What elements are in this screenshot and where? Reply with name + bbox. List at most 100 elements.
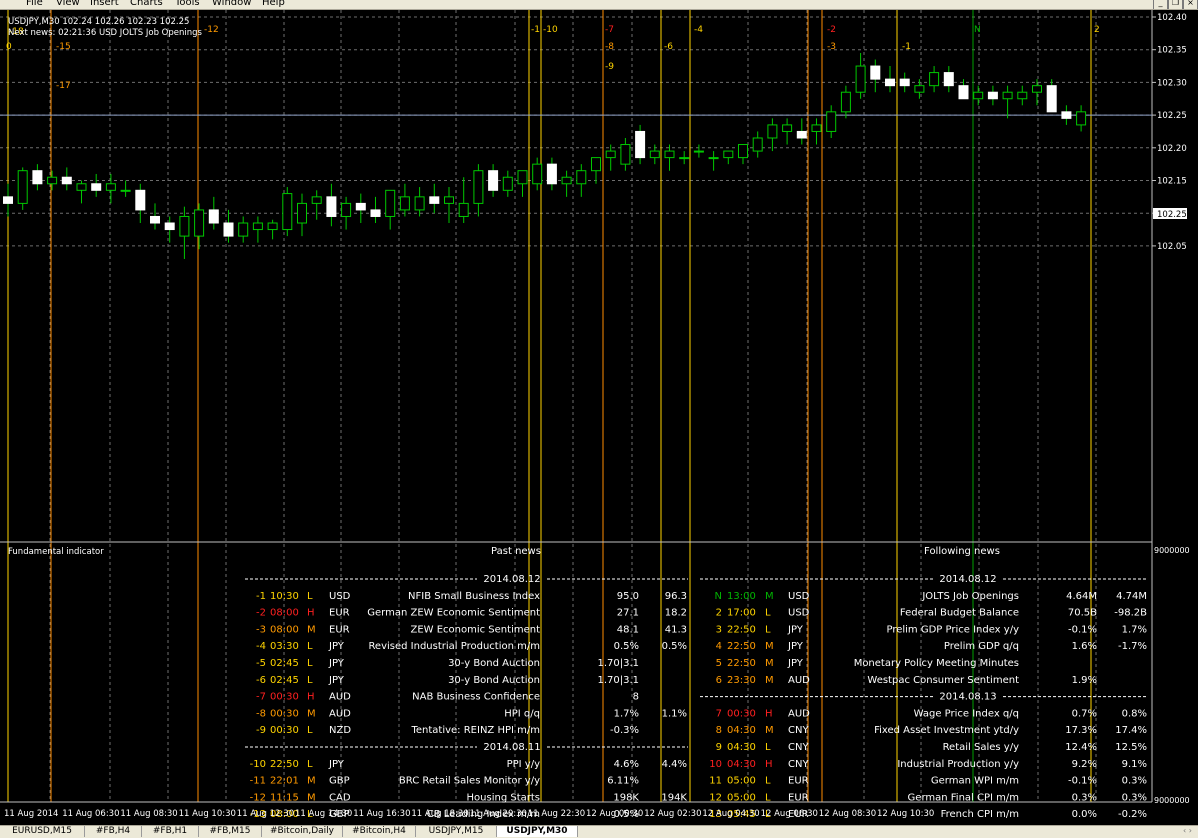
candle-body xyxy=(929,72,940,87)
news-currency: CNY xyxy=(788,759,809,770)
candle-body xyxy=(532,163,543,185)
news-time: 13:00 xyxy=(727,591,756,602)
candle-body xyxy=(708,157,719,160)
news-time: 02:45 xyxy=(270,658,299,669)
menu-view[interactable]: View xyxy=(56,0,80,8)
menu-tools[interactable]: Tools xyxy=(175,0,200,8)
news-date-header: 2014.08.13 xyxy=(939,692,996,703)
news-previous: 0.3% xyxy=(1122,792,1147,803)
news-currency: CAD xyxy=(329,792,351,803)
close-icon[interactable]: × xyxy=(1183,0,1198,9)
time-tick-label: 12 Aug 10:30 xyxy=(877,809,934,819)
news-previous: 12.5% xyxy=(1115,742,1147,753)
minimize-icon[interactable]: _ xyxy=(1153,0,1168,9)
news-importance: M xyxy=(765,641,774,652)
candle-body xyxy=(885,78,895,87)
chart-window[interactable]: -18 0 -15 -17 -12 -1 -10 -7 -8 -9 -6 -4 -2 -3 -1 N 2 USD… xyxy=(0,10,1198,825)
news-marker-label: -10 xyxy=(543,25,558,35)
time-tick-label: 11 Aug 16:30 xyxy=(353,809,410,819)
news-time: 22:50 xyxy=(727,641,756,652)
news-currency: AUD xyxy=(329,708,351,719)
menu-window[interactable]: Window xyxy=(212,0,251,8)
tab-fb-h4[interactable]: #FB,H4 xyxy=(85,826,142,837)
tab-fb-h1[interactable]: #FB,H1 xyxy=(142,826,199,837)
news-actual: 0.7% xyxy=(1072,708,1097,719)
news-currency: JPY xyxy=(328,675,345,686)
news-marker-label: -9 xyxy=(605,62,614,72)
news-time: 08:00 xyxy=(270,608,299,619)
candle-body xyxy=(1002,91,1013,100)
candle-body xyxy=(635,130,646,159)
news-marker-label: -1 xyxy=(902,42,911,52)
news-previous: 41.3 xyxy=(665,624,687,635)
time-tick-label: 11 Aug 10:30 xyxy=(179,809,236,819)
candle-body xyxy=(649,150,660,159)
news-marker-label: -1 xyxy=(531,25,540,35)
news-event-name: Retail Sales y/y xyxy=(943,742,1020,753)
tab-fb-m15[interactable]: #FB,M15 xyxy=(199,826,262,837)
tab-eurusd-m15[interactable]: EURUSD,M15 xyxy=(0,826,85,837)
news-event-name: BRC Retail Sales Monitor y/y xyxy=(399,776,540,787)
news-event-name: Fixed Asset Investment ytd/y xyxy=(874,725,1019,736)
indicator-axis-bottom: 9000000 xyxy=(1154,796,1190,805)
news-event-name: German Final CPI m/m xyxy=(908,792,1019,803)
menu-bar: File View Insert Charts Tools Window Hel… xyxy=(0,0,1198,10)
candle-body xyxy=(870,65,881,80)
news-event-name: Industrial Production y/y xyxy=(897,759,1019,770)
news-importance: L xyxy=(765,776,771,787)
news-date-header: 2014.08.12 xyxy=(939,574,996,585)
tab-bitcoin-h4[interactable]: #Bitcoin,H4 xyxy=(343,826,416,837)
menu-insert[interactable]: Insert xyxy=(90,0,119,8)
news-index: -11 xyxy=(250,776,266,787)
candle-body xyxy=(179,215,190,237)
news-importance: M xyxy=(765,658,774,669)
menu-charts[interactable]: Charts xyxy=(130,0,163,8)
news-currency: JPY xyxy=(787,658,804,669)
news-currency: JPY xyxy=(787,641,804,652)
candle-body xyxy=(1061,111,1072,119)
news-importance: L xyxy=(307,725,313,736)
news-previous: 1.7% xyxy=(1122,624,1147,635)
candle-body xyxy=(105,183,116,191)
candle-body xyxy=(620,144,631,165)
news-event-name: German ZEW Economic Sentiment xyxy=(367,608,540,619)
chart-symbol-line: USDJPY,M30 102.24 102.26 102.23 102.25 xyxy=(8,17,189,27)
candle-body xyxy=(914,85,925,93)
news-importance: L xyxy=(765,792,771,803)
price-tick-label: 102.30 xyxy=(1157,78,1187,88)
tab-usdjpy-m30[interactable]: USDJPY,M30 xyxy=(497,826,578,837)
news-currency: GBP xyxy=(329,776,350,787)
news-event-name: ZEW Economic Sentiment xyxy=(410,624,540,635)
candle-body xyxy=(76,183,87,191)
tab-usdjpy-m15[interactable]: USDJPY,M15 xyxy=(416,826,497,837)
time-tick-label: 11 Aug 14:30 xyxy=(295,809,352,819)
news-importance: M xyxy=(307,624,316,635)
candle-body xyxy=(267,222,278,231)
restore-icon[interactable]: ❐ xyxy=(1168,0,1183,9)
candle-body xyxy=(399,196,410,211)
tab-scroll-arrows-icon[interactable]: ‹ › xyxy=(1183,826,1192,835)
menu-help[interactable]: Help xyxy=(262,0,285,8)
news-time: 23:30 xyxy=(727,675,756,686)
news-previous: 4.4% xyxy=(662,759,687,770)
news-event-name: Revised Industrial Production m/m xyxy=(368,641,540,652)
news-index: 8 xyxy=(716,725,722,736)
news-event-name: HPI q/q xyxy=(504,708,540,719)
tab-bitcoin-daily[interactable]: #Bitcoin,Daily xyxy=(262,826,343,837)
news-actual: 0.0% xyxy=(1072,809,1097,820)
candle-body xyxy=(414,196,425,211)
candle-body xyxy=(32,170,43,185)
news-index: 5 xyxy=(716,658,722,669)
news-currency: NZD xyxy=(329,725,351,736)
news-previous: -0.2% xyxy=(1118,809,1147,820)
news-currency: CNY xyxy=(788,742,809,753)
candle-body xyxy=(61,176,72,185)
candle-body xyxy=(297,202,307,224)
candle-body xyxy=(1076,111,1087,126)
menu-file[interactable]: File xyxy=(26,0,43,8)
news-actual: 1.7% xyxy=(614,708,639,719)
candle-body xyxy=(840,91,851,113)
candle-body xyxy=(91,183,102,191)
news-currency: CNY xyxy=(788,725,809,736)
time-tick-label: 11 Aug 20:30 xyxy=(470,809,527,819)
